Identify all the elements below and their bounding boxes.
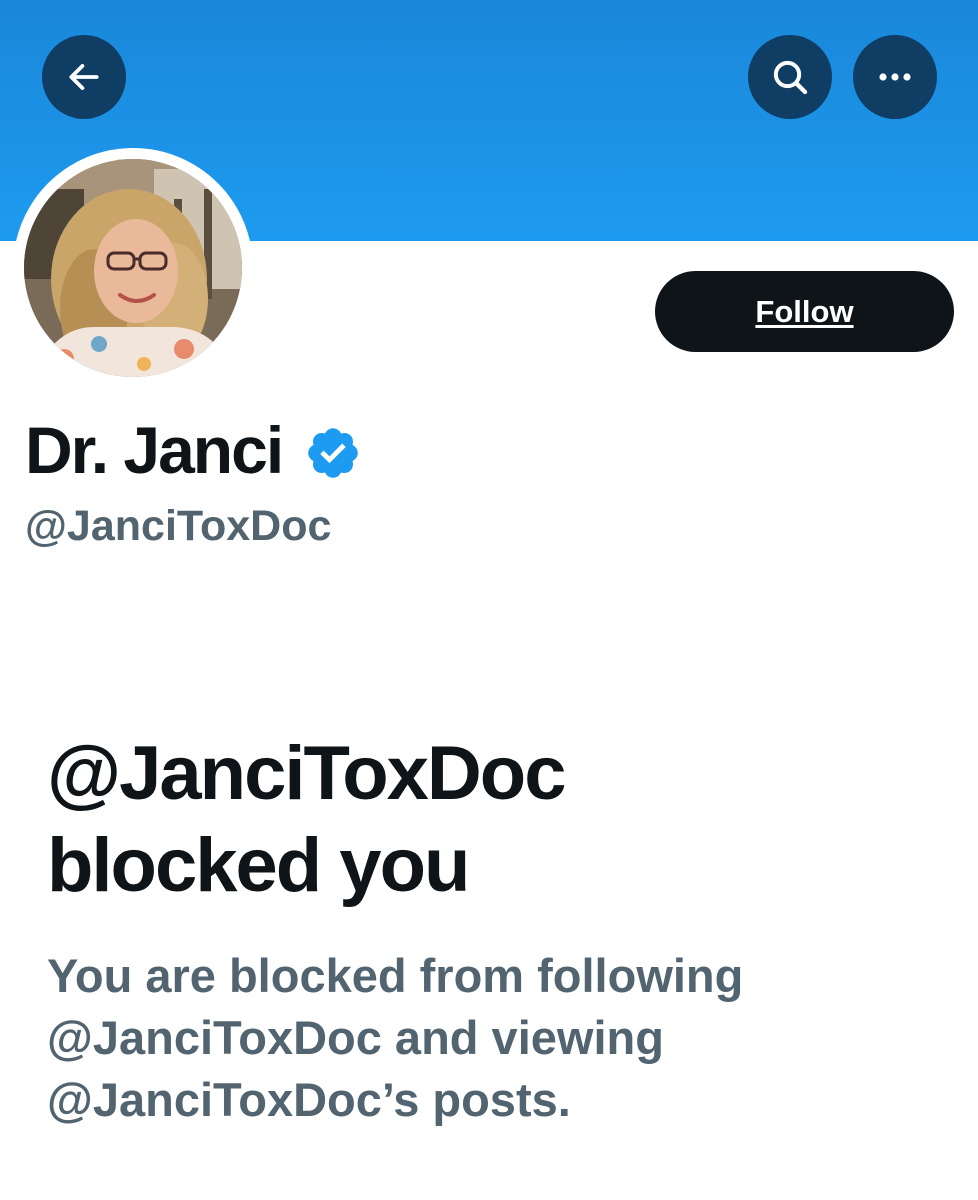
search-icon (773, 60, 808, 95)
more-options-button[interactable] (853, 35, 937, 119)
blocked-description-line2: @JanciToxDoc and viewing (47, 1011, 664, 1064)
avatar[interactable] (24, 159, 242, 377)
verified-badge-icon[interactable] (304, 424, 362, 482)
profile-page: Follow Dr. Janci @JanciToxDoc @JanciToxD… (0, 0, 978, 1200)
back-button[interactable] (42, 35, 126, 119)
blocked-title-line1: @JanciToxDoc (47, 731, 567, 816)
search-button[interactable] (748, 35, 832, 119)
blocked-description: You are blocked from following @JanciTox… (47, 945, 927, 1131)
display-name: Dr. Janci (25, 413, 284, 487)
avatar-photo (24, 159, 242, 377)
more-horizontal-icon (879, 73, 911, 81)
blocked-title-line2: blocked you (47, 823, 470, 908)
blocked-description-line1: You are blocked from following (47, 949, 744, 1002)
profile-handle: @JanciToxDoc (25, 502, 332, 550)
blocked-title: @JanciToxDoc blocked you (47, 728, 947, 912)
follow-button[interactable]: Follow (655, 271, 954, 352)
blocked-description-line3: @JanciToxDoc’s posts. (47, 1073, 571, 1126)
profile-name-row: Dr. Janci (25, 410, 362, 490)
arrow-left-icon (69, 64, 99, 90)
